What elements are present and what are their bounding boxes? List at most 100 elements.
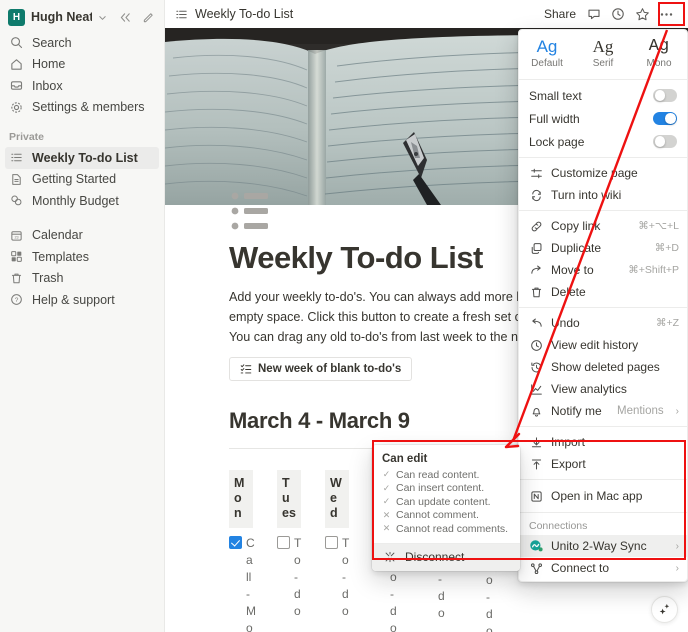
menu-item-label: Delete: [551, 285, 586, 299]
permission-label: Can read content.: [396, 468, 480, 481]
chevron-down-icon[interactable]: [98, 13, 107, 22]
menu-divider: [519, 512, 687, 513]
top-bar: Weekly To-do List Share: [165, 0, 688, 28]
export-icon: [529, 458, 543, 471]
menu-item-connect-to[interactable]: Connect to ›: [519, 557, 687, 579]
toggle-switch[interactable]: [653, 88, 677, 103]
board-column: Wed To-do: [325, 470, 349, 632]
sidebar-item-label: Trash: [32, 271, 64, 286]
star-icon[interactable]: [630, 3, 654, 25]
sidebar-item-label: Getting Started: [32, 172, 117, 187]
sidebar-item-help-support[interactable]: ? Help & support: [5, 289, 159, 311]
menu-item-unito-2-way-sync[interactable]: Unito 2-Way Sync ›: [519, 535, 687, 557]
wiki-icon: [529, 189, 543, 202]
list-icon: [9, 150, 24, 165]
check-icon: ✓: [382, 469, 391, 480]
new-week-button[interactable]: New week of blank to-do's: [229, 357, 413, 382]
sidebar-item-label: Help & support: [32, 292, 115, 307]
menu-item-move-to[interactable]: Move to ⌘+Shift+P: [519, 259, 687, 281]
font-sample: Ag: [648, 37, 670, 56]
toggle-lock-page[interactable]: Lock page: [519, 130, 687, 153]
collapse-sidebar-icon[interactable]: [119, 12, 132, 23]
toggle-switch[interactable]: [653, 111, 677, 126]
todo-checkbox[interactable]: [277, 536, 290, 550]
workspace-name: Hugh Neat...: [31, 10, 92, 24]
menu-item-show-deleted-pages[interactable]: Show deleted pages: [519, 356, 687, 378]
sidebar-item-home[interactable]: Home: [5, 54, 159, 76]
cross-icon: ✕: [382, 523, 391, 534]
todo-item[interactable]: Call-Mom: [229, 535, 256, 632]
menu-divider: [519, 426, 687, 427]
menu-item-shortcut: ⌘+D: [654, 242, 679, 254]
disconnect-icon: [384, 551, 396, 563]
board-column: Tues To-do: [277, 470, 301, 632]
breadcrumb[interactable]: Weekly To-do List: [195, 7, 293, 21]
workspace-avatar: H: [8, 8, 25, 26]
todo-checkbox[interactable]: [325, 536, 338, 550]
todo-item[interactable]: To-do: [277, 535, 301, 620]
sidebar: H Hugh Neat... Search Home: [0, 0, 165, 632]
menu-item-copy-link[interactable]: Copy link ⌘+⌥+L: [519, 215, 687, 237]
menu-item-duplicate[interactable]: Duplicate ⌘+D: [519, 237, 687, 259]
clock-icon[interactable]: [606, 3, 630, 25]
sidebar-item-search[interactable]: Search: [5, 32, 159, 54]
toggle-switch[interactable]: [653, 134, 677, 149]
bulleted-list-icon[interactable]: [229, 188, 275, 234]
notion-app-icon: [529, 490, 543, 503]
board-column: Mon Call-Mom: [229, 470, 256, 632]
menu-item-turn-into-wiki[interactable]: Turn into wiki: [519, 184, 687, 206]
calendar-icon: 23: [9, 228, 24, 243]
todo-item[interactable]: To-do: [325, 535, 349, 620]
menu-item-view-edit-history[interactable]: View edit history: [519, 334, 687, 356]
sidebar-item-settings[interactable]: Settings & members: [5, 97, 159, 119]
menu-item-open-in-mac-app[interactable]: Open in Mac app: [519, 484, 687, 508]
toggle-full-width[interactable]: Full width: [519, 107, 687, 130]
sidebar-item-getting-started[interactable]: Getting Started: [5, 169, 159, 191]
menu-item-label: Move to: [551, 263, 594, 277]
check-icon: ✓: [382, 482, 391, 493]
chevron-right-icon: ›: [675, 405, 679, 417]
help-icon: ?: [9, 292, 24, 307]
sidebar-item-label: Monthly Budget: [32, 193, 119, 208]
more-horizontal-icon[interactable]: [654, 3, 678, 25]
menu-item-label: Export: [551, 457, 586, 471]
menu-item-import[interactable]: Import: [519, 431, 687, 453]
menu-item-customize-page[interactable]: Customize page: [519, 162, 687, 184]
sidebar-section-private: Private: [9, 131, 45, 143]
sidebar-item-templates[interactable]: Templates: [5, 246, 159, 268]
unito-icon: [529, 539, 543, 553]
share-button[interactable]: Share: [538, 4, 582, 24]
sidebar-item-label: Home: [32, 57, 66, 72]
sidebar-item-calendar[interactable]: 23 Calendar: [5, 225, 159, 247]
font-option-mono[interactable]: Ag Mono: [631, 37, 687, 69]
workspace-switcher[interactable]: H Hugh Neat...: [0, 2, 164, 32]
toggle-small-text[interactable]: Small text: [519, 84, 687, 107]
todo-label: Call-Mom: [246, 536, 256, 632]
disconnect-button[interactable]: Disconnect: [372, 543, 520, 571]
sidebar-item-trash[interactable]: Trash: [5, 268, 159, 290]
list-icon: [175, 8, 188, 21]
sidebar-item-weekly-todo-list[interactable]: Weekly To-do List: [5, 147, 159, 169]
menu-item-view-analytics[interactable]: View analytics: [519, 378, 687, 400]
permission-row: ✓ Can insert content.: [372, 482, 520, 496]
todo-checkbox[interactable]: [229, 536, 242, 550]
link-icon: [529, 220, 543, 233]
font-option-serif[interactable]: Ag Serif: [575, 37, 631, 69]
menu-item-export[interactable]: Export: [519, 453, 687, 475]
permission-row: ✕ Cannot read comments.: [372, 522, 520, 536]
ai-sparkle-icon[interactable]: [651, 596, 678, 623]
sidebar-item-inbox[interactable]: Inbox: [5, 75, 159, 97]
duplicate-icon: [529, 242, 543, 255]
sidebar-item-label: Calendar: [32, 228, 83, 243]
font-option-default[interactable]: Ag Default: [519, 37, 575, 69]
menu-item-label: Copy link: [551, 219, 601, 233]
import-icon: [529, 436, 543, 449]
menu-item-notify-me[interactable]: Notify me Mentions ›: [519, 400, 687, 422]
menu-item-delete[interactable]: Delete: [519, 281, 687, 303]
sidebar-item-monthly-budget[interactable]: Monthly Budget: [5, 190, 159, 212]
menu-item-undo[interactable]: Undo ⌘+Z: [519, 312, 687, 334]
comment-icon[interactable]: [582, 3, 606, 25]
permission-row: ✓ Can update content.: [372, 495, 520, 509]
new-page-icon[interactable]: [142, 11, 155, 24]
svg-text:?: ?: [15, 297, 19, 304]
